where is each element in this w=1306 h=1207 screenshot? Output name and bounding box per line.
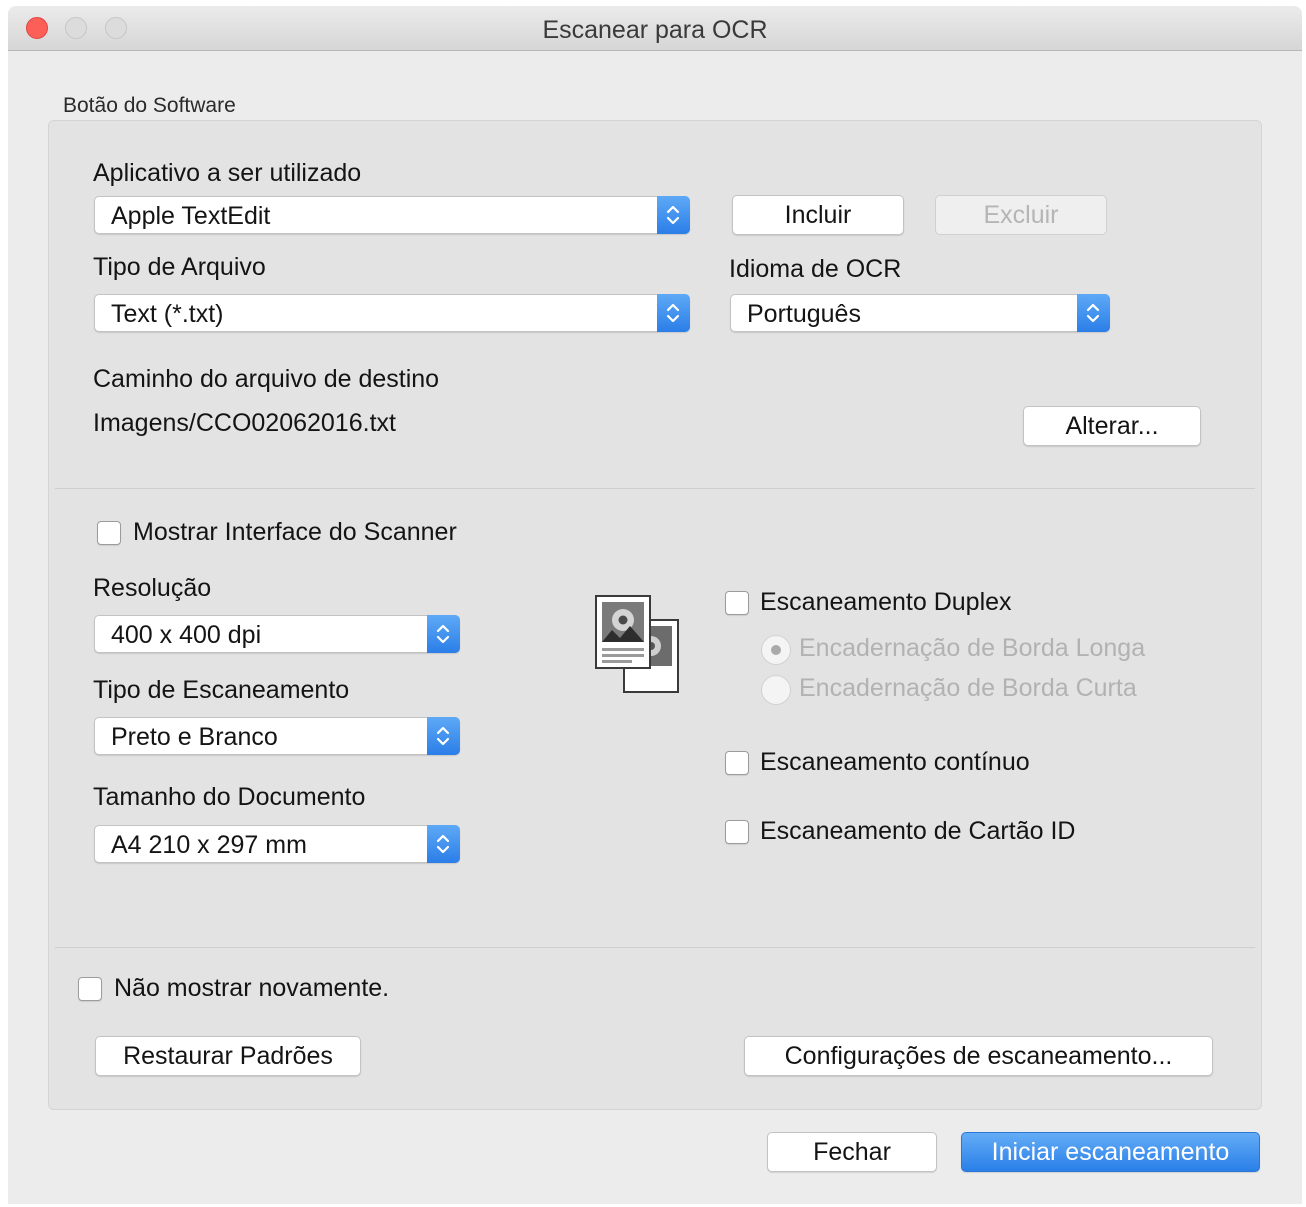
scan-type-label: Tipo de Escaneamento — [93, 676, 350, 704]
ocr-language-select[interactable]: Português — [730, 294, 1110, 332]
id-card-scan-checkbox[interactable] — [725, 820, 749, 844]
group-label: Botão do Software — [63, 94, 236, 117]
short-edge-radio[interactable] — [761, 675, 791, 705]
title-bar: Escanear para OCR — [8, 6, 1302, 51]
dont-show-again-checkbox[interactable] — [78, 977, 102, 1001]
short-edge-label: Encadernação de Borda Curta — [799, 674, 1137, 702]
long-edge-radio[interactable] — [761, 635, 791, 665]
scan-settings-button[interactable]: Configurações de escaneamento... — [744, 1036, 1213, 1076]
chevron-up-down-icon — [657, 294, 690, 332]
close-button[interactable]: Fechar — [767, 1132, 937, 1172]
chevron-up-down-icon — [1077, 294, 1110, 332]
start-scan-button[interactable]: Iniciar escaneamento — [961, 1132, 1260, 1172]
ocr-language-select-value: Português — [747, 300, 861, 328]
application-select[interactable]: Apple TextEdit — [94, 196, 690, 234]
chevron-up-down-icon — [427, 825, 460, 863]
file-type-select[interactable]: Text (*.txt) — [94, 294, 690, 332]
destination-label: Caminho do arquivo de destino — [93, 365, 440, 393]
radio-selected-dot — [771, 645, 781, 655]
application-label: Aplicativo a ser utilizado — [93, 159, 362, 187]
duplex-scan-label: Escaneamento Duplex — [760, 588, 1012, 616]
remove-application-button[interactable]: Excluir — [935, 195, 1107, 235]
continuous-scan-label: Escaneamento contínuo — [760, 748, 1030, 776]
application-select-value: Apple TextEdit — [111, 202, 271, 230]
id-card-scan-label: Escaneamento de Cartão ID — [760, 817, 1076, 845]
resolution-select-value: 400 x 400 dpi — [111, 621, 262, 649]
scan-type-select[interactable]: Preto e Branco — [94, 717, 460, 755]
restore-defaults-button[interactable]: Restaurar Padrões — [95, 1036, 361, 1076]
destination-path: Imagens/CCO02062016.txt — [93, 409, 396, 437]
window-title: Escanear para OCR — [542, 16, 768, 44]
show-scanner-interface-label: Mostrar Interface do Scanner — [133, 518, 457, 546]
long-edge-label: Encadernação de Borda Longa — [799, 634, 1146, 662]
separator — [55, 947, 1255, 948]
scan-to-ocr-dialog: Escanear para OCR Botão do Software Apli… — [8, 6, 1302, 1204]
chevron-up-down-icon — [427, 717, 460, 755]
add-application-button[interactable]: Incluir — [732, 195, 904, 235]
document-size-label: Tamanho do Documento — [93, 783, 366, 811]
ocr-language-label: Idioma de OCR — [729, 255, 902, 283]
resolution-select[interactable]: 400 x 400 dpi — [94, 615, 460, 653]
resolution-label: Resolução — [93, 574, 212, 602]
separator — [55, 488, 1255, 489]
scan-type-select-value: Preto e Branco — [111, 723, 278, 751]
chevron-up-down-icon — [427, 615, 460, 653]
show-scanner-interface-checkbox[interactable] — [97, 521, 121, 545]
dont-show-again-label: Não mostrar novamente. — [114, 974, 390, 1002]
chevron-up-down-icon — [657, 196, 690, 234]
document-size-select-value: A4 210 x 297 mm — [111, 831, 307, 859]
change-destination-button[interactable]: Alterar... — [1023, 406, 1201, 446]
duplex-scan-checkbox[interactable] — [725, 591, 749, 615]
document-size-select[interactable]: A4 210 x 297 mm — [94, 825, 460, 863]
file-type-select-value: Text (*.txt) — [111, 300, 224, 328]
file-type-label: Tipo de Arquivo — [93, 253, 266, 281]
duplex-pages-icon — [595, 595, 679, 693]
continuous-scan-checkbox[interactable] — [725, 751, 749, 775]
